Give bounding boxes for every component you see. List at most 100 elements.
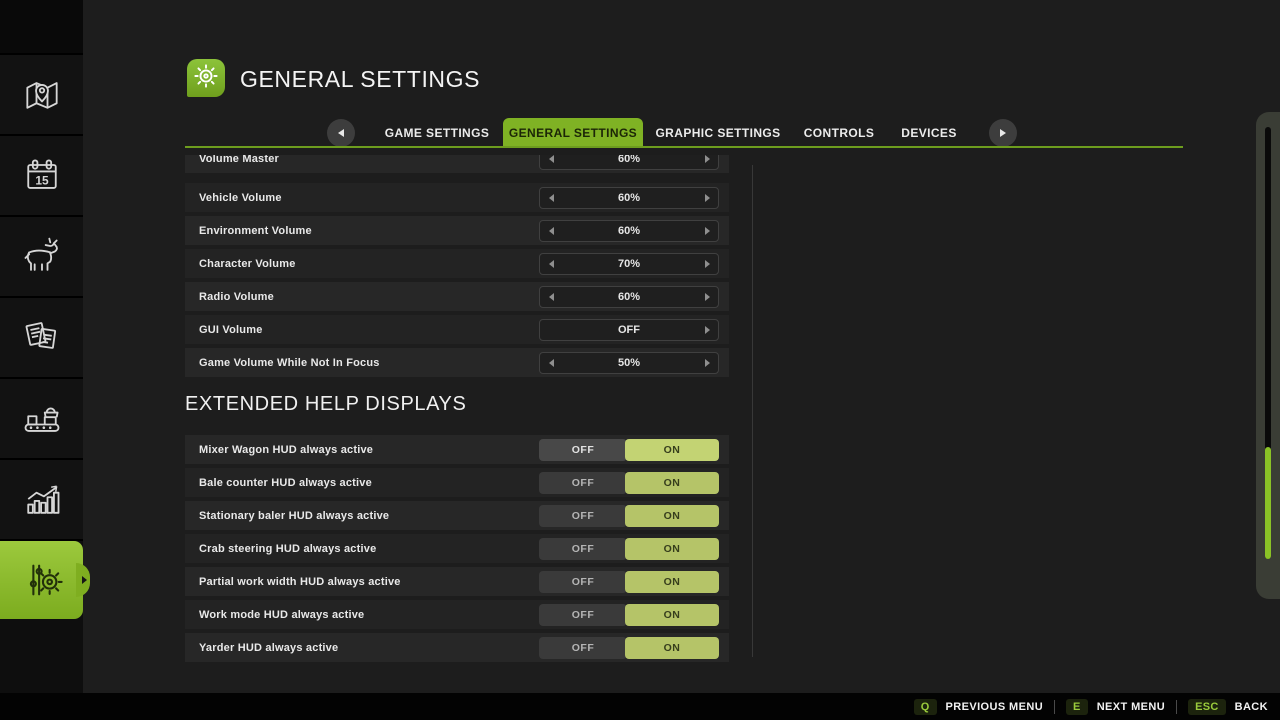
arrow-right-icon — [705, 326, 710, 334]
setting-row-environment-volume: Environment Volume 60% — [185, 216, 729, 245]
sidebar-item-settings[interactable] — [0, 541, 83, 619]
stepper-increase-button[interactable] — [696, 326, 718, 334]
toggle-off-button[interactable]: OFF — [539, 604, 627, 626]
setting-label: GUI Volume — [185, 324, 263, 336]
arrow-left-icon — [549, 260, 554, 268]
toggle-on-button[interactable]: ON — [625, 439, 719, 461]
general-settings-screen: 15 — [0, 0, 1280, 720]
scrollbar-track[interactable] — [1265, 127, 1271, 559]
radio-volume-stepper[interactable]: 60% — [539, 286, 719, 308]
stepper-decrease-button[interactable] — [540, 155, 562, 163]
content-divider — [752, 165, 753, 657]
tab-underline — [185, 146, 1183, 148]
setting-label: Partial work width HUD always active — [185, 576, 401, 588]
toggle-on-button[interactable]: ON — [625, 604, 719, 626]
mixer-wagon-hud-toggle[interactable]: OFF ON — [539, 439, 719, 461]
hotkey-back[interactable]: ESC BACK — [1188, 699, 1268, 715]
stepper-value: 50% — [562, 357, 696, 369]
setting-row-mixer-wagon-hud: Mixer Wagon HUD always active OFF ON — [185, 435, 729, 464]
stepper-increase-button[interactable] — [696, 227, 718, 235]
volume-master-stepper[interactable]: 60% — [539, 155, 719, 170]
sidebar-item-animals[interactable] — [0, 217, 83, 298]
character-volume-stepper[interactable]: 70% — [539, 253, 719, 275]
arrow-left-icon — [549, 293, 554, 301]
yarder-hud-toggle[interactable]: OFF ON — [539, 637, 719, 659]
toggle-off-button[interactable]: OFF — [539, 505, 627, 527]
toggle-on-button[interactable]: ON — [625, 571, 719, 593]
stepper-increase-button[interactable] — [696, 359, 718, 367]
documents-icon — [20, 316, 64, 360]
stepper-increase-button[interactable] — [696, 194, 718, 202]
setting-row-bale-counter-hud: Bale counter HUD always active OFF ON — [185, 468, 729, 497]
toggle-off-button[interactable]: OFF — [539, 439, 627, 461]
hotkey-next-menu[interactable]: E NEXT MENU — [1066, 699, 1165, 715]
toggle-on-button[interactable]: ON — [625, 637, 719, 659]
toggle-on-button[interactable]: ON — [625, 538, 719, 560]
toggle-off-button[interactable]: OFF — [539, 571, 627, 593]
bale-counter-hud-toggle[interactable]: OFF ON — [539, 472, 719, 494]
stepper-decrease-button[interactable] — [540, 260, 562, 268]
arrow-right-icon — [705, 227, 710, 235]
arrow-right-icon — [705, 293, 710, 301]
tab-devices[interactable]: DEVICES — [891, 118, 967, 148]
setting-label: Stationary baler HUD always active — [185, 510, 389, 522]
game-volume-not-in-focus-stepper[interactable]: 50% — [539, 352, 719, 374]
setting-row-volume-master: Volume Master 60% — [185, 155, 729, 173]
toggle-off-button[interactable]: OFF — [539, 637, 627, 659]
gui-volume-stepper[interactable]: OFF — [539, 319, 719, 341]
map-icon — [20, 73, 64, 117]
crab-steering-hud-toggle[interactable]: OFF ON — [539, 538, 719, 560]
setting-row-radio-volume: Radio Volume 60% — [185, 282, 729, 311]
setting-label: Mixer Wagon HUD always active — [185, 444, 373, 456]
settings-icon — [19, 557, 65, 603]
tab-controls[interactable]: CONTROLS — [799, 118, 879, 148]
tab-bar: GAME SETTINGS GENERAL SETTINGS GRAPHIC S… — [0, 118, 1280, 148]
stepper-increase-button[interactable] — [696, 293, 718, 301]
page-icon — [187, 59, 225, 97]
page-title: GENERAL SETTINGS — [240, 66, 480, 93]
stepper-decrease-button[interactable] — [540, 194, 562, 202]
sidebar: 15 — [0, 0, 83, 693]
toggle-off-button[interactable]: OFF — [539, 538, 627, 560]
arrow-left-icon — [549, 359, 554, 367]
stepper-increase-button[interactable] — [696, 260, 718, 268]
setting-row-character-volume: Character Volume 70% — [185, 249, 729, 278]
hotkey-label: NEXT MENU — [1097, 701, 1165, 713]
tab-general-settings[interactable]: GENERAL SETTINGS — [503, 118, 643, 148]
section-heading-extended-help-displays: EXTENDED HELP DISPLAYS — [185, 393, 729, 416]
vehicle-volume-stepper[interactable]: 60% — [539, 187, 719, 209]
setting-row-partial-work-width-hud: Partial work width HUD always active OFF… — [185, 567, 729, 596]
arrow-left-icon — [549, 155, 554, 163]
hotkey-previous-menu[interactable]: Q PREVIOUS MENU — [914, 699, 1043, 715]
arrow-right-icon — [705, 155, 710, 163]
setting-row-vehicle-volume: Vehicle Volume 60% — [185, 183, 729, 212]
toggle-off-button[interactable]: OFF — [539, 472, 627, 494]
stepper-decrease-button[interactable] — [540, 293, 562, 301]
stepper-decrease-button[interactable] — [540, 359, 562, 367]
setting-label: Game Volume While Not In Focus — [185, 357, 380, 369]
tab-graphic-settings[interactable]: GRAPHIC SETTINGS — [655, 118, 781, 148]
tab-game-settings[interactable]: GAME SETTINGS — [375, 118, 499, 148]
stepper-decrease-button[interactable] — [540, 227, 562, 235]
stepper-increase-button[interactable] — [696, 155, 718, 163]
sidebar-item-statistics[interactable] — [0, 460, 83, 541]
tabs-prev-button[interactable] — [327, 119, 355, 147]
setting-label: Volume Master — [185, 155, 279, 165]
stationary-baler-hud-toggle[interactable]: OFF ON — [539, 505, 719, 527]
environment-volume-stepper[interactable]: 60% — [539, 220, 719, 242]
toggle-on-button[interactable]: ON — [625, 472, 719, 494]
key-badge-e: E — [1066, 699, 1088, 715]
sidebar-item-production[interactable] — [0, 379, 83, 460]
toggle-on-button[interactable]: ON — [625, 505, 719, 527]
tabs-next-button[interactable] — [989, 119, 1017, 147]
work-mode-hud-toggle[interactable]: OFF ON — [539, 604, 719, 626]
hotkey-label: BACK — [1235, 701, 1268, 713]
sidebar-item-calendar[interactable]: 15 — [0, 136, 83, 217]
sidebar-item-contracts[interactable] — [0, 298, 83, 379]
setting-label: Work mode HUD always active — [185, 609, 364, 621]
scrollbar[interactable] — [1256, 112, 1280, 599]
statistics-icon — [20, 478, 64, 522]
production-icon — [20, 397, 64, 441]
scrollbar-thumb[interactable] — [1265, 447, 1271, 559]
partial-work-width-hud-toggle[interactable]: OFF ON — [539, 571, 719, 593]
